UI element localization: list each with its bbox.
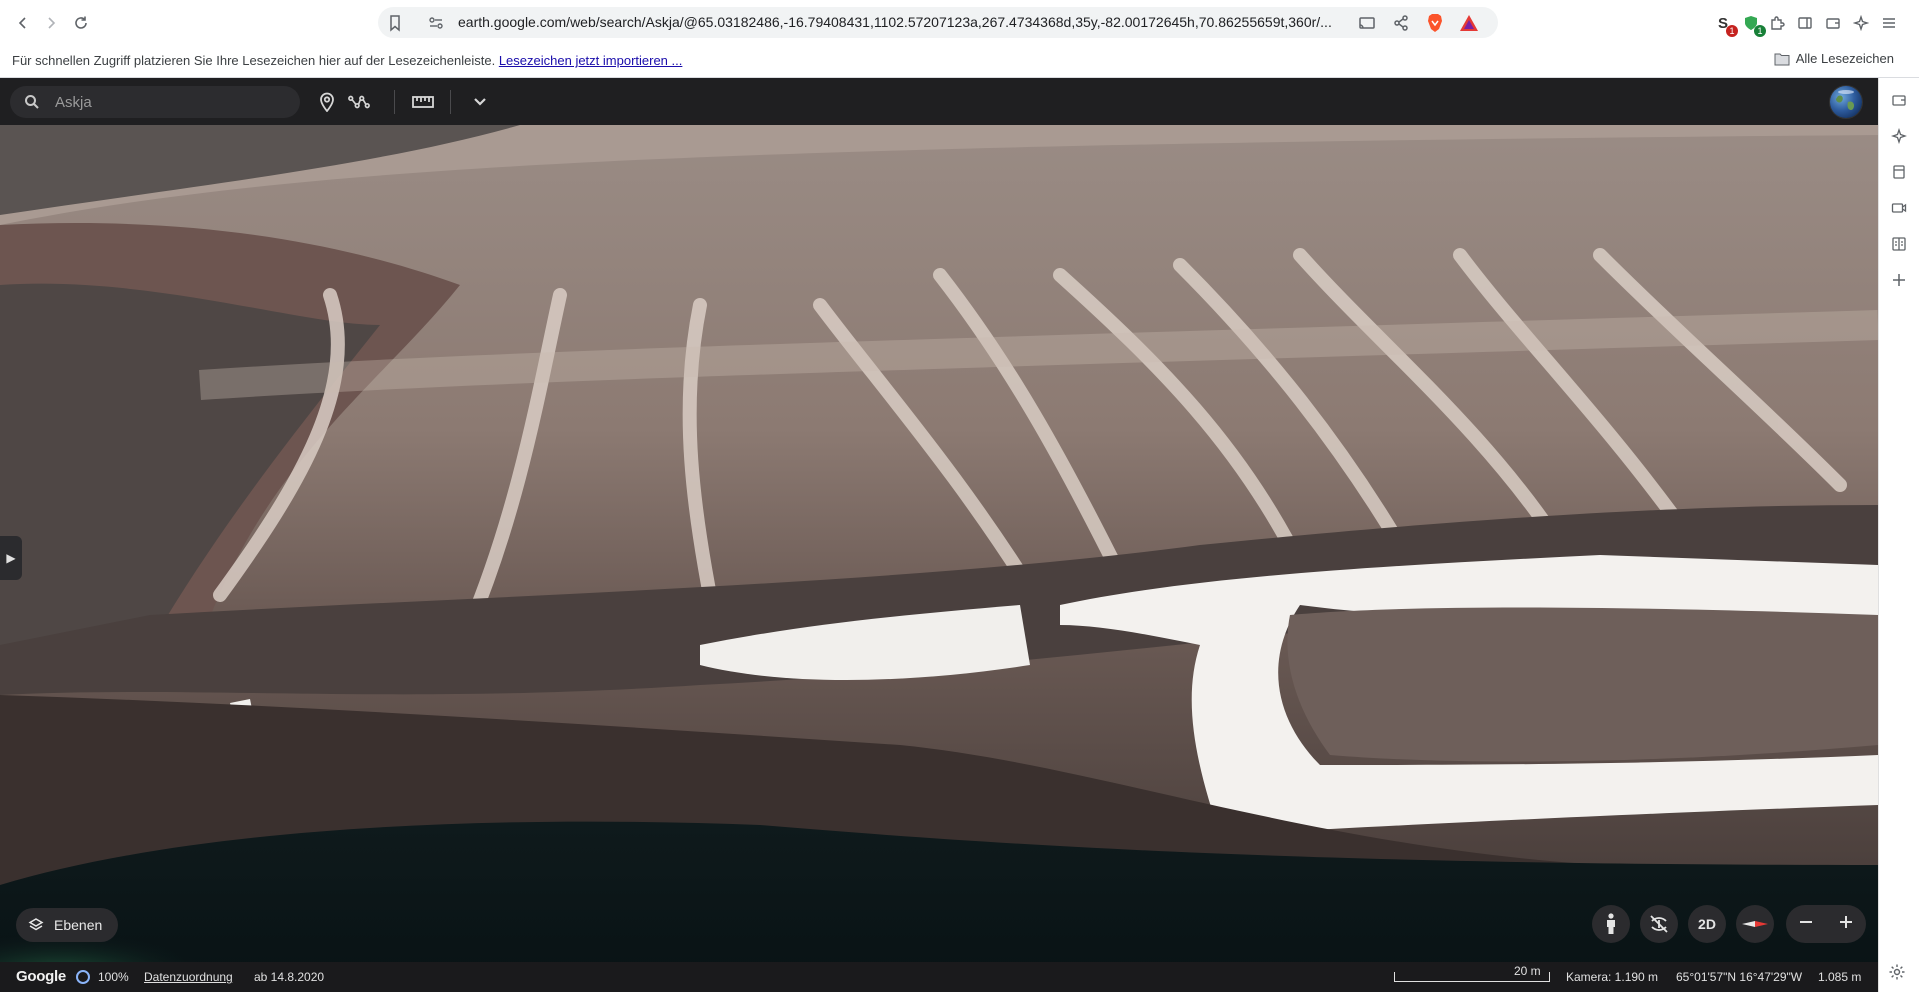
video-icon <box>1891 203 1907 213</box>
reload-icon <box>75 16 87 29</box>
rail-reading-list-button[interactable] <box>1889 234 1909 254</box>
loading-ring-icon <box>76 970 90 984</box>
sidebar-toggle-button[interactable] <box>1794 12 1816 34</box>
reading-list-icon <box>1892 237 1906 251</box>
earth-toolbar <box>0 78 1878 125</box>
loading-percent: 100% <box>98 970 129 984</box>
plus-icon <box>1840 915 1852 928</box>
minus-icon <box>1800 920 1812 923</box>
bookmark-icon <box>1893 165 1905 179</box>
rail-playlist-button[interactable] <box>1889 198 1909 218</box>
compass-button[interactable] <box>1736 905 1774 943</box>
folder-icon <box>1774 53 1790 65</box>
site-settings-icon[interactable] <box>426 13 446 33</box>
import-bookmarks-link[interactable]: Lesezeichen jetzt importieren ... <box>499 53 683 68</box>
rail-wallet-button[interactable] <box>1889 90 1909 110</box>
all-bookmarks-label: Alle Lesezeichen <box>1795 51 1894 66</box>
account-globe-avatar[interactable] <box>1830 86 1862 118</box>
arrow-left-icon <box>18 17 26 29</box>
data-attribution-link[interactable]: Datenzuordnung <box>144 970 233 984</box>
toolbar-divider <box>394 90 395 114</box>
pegman-icon <box>1607 913 1615 934</box>
rail-add-button[interactable] <box>1889 270 1909 290</box>
extension-badge: 1 <box>1726 25 1738 37</box>
menu-button[interactable] <box>1878 12 1900 34</box>
wallet-icon <box>1892 95 1906 106</box>
ruler-icon <box>412 96 434 108</box>
wallet-button[interactable] <box>1822 12 1844 34</box>
compass-needle-icon <box>1742 921 1768 927</box>
forward-button[interactable] <box>36 8 66 38</box>
bookmark-icon[interactable] <box>384 12 406 34</box>
globe-icon <box>1836 90 1855 111</box>
sparkle-icon <box>1853 15 1869 31</box>
browser-toolbar: earth.google.com/web/search/Askja/@65.03… <box>0 0 1919 45</box>
tilt-off-icon <box>1650 915 1668 933</box>
bookmarks-bar: Für schnellen Zugriff platzieren Sie Ihr… <box>0 45 1919 78</box>
share-button[interactable] <box>1390 12 1412 34</box>
sidebar-icon <box>1798 17 1812 29</box>
sparkle-icon <box>1891 128 1907 144</box>
share-icon <box>1394 15 1408 31</box>
cast-button[interactable] <box>1356 12 1378 34</box>
terrain-elevation: 1.085 m <box>1818 970 1862 984</box>
chevron-down-icon <box>474 98 486 106</box>
rewards-triangle-icon <box>1460 15 1478 31</box>
toggle-2d-button[interactable]: 2D <box>1688 905 1726 943</box>
side-panel-expand-button[interactable]: ▶ <box>0 536 22 580</box>
bookmarks-hint-text: Für schnellen Zugriff platzieren Sie Ihr… <box>12 53 496 68</box>
placemark-icon <box>320 92 334 112</box>
back-button[interactable] <box>8 8 38 38</box>
path-icon <box>348 95 370 109</box>
zoom-controls <box>1786 905 1866 943</box>
reset-tilt-button[interactable] <box>1640 905 1678 943</box>
cursor-coordinates: 65°01'57"N 16°47'29"W <box>1676 970 1803 984</box>
status-bar: Google 100% Datenzuordnung ab 14.8.2020 … <box>0 962 1878 992</box>
imagery-date: ab 14.8.2020 <box>254 970 325 984</box>
extension-s-button[interactable]: S 1 <box>1712 12 1738 37</box>
layers-icon <box>28 918 44 931</box>
brave-shields-button[interactable] <box>1424 12 1446 34</box>
zoom-out-button[interactable] <box>1798 914 1814 935</box>
toolbar-divider <box>450 90 451 114</box>
terrain-3d-view[interactable] <box>0 125 1878 992</box>
extensions-button[interactable] <box>1766 12 1788 34</box>
google-earth-app: ▶ Ebenen 2D Google 100% Datenzuordnung a… <box>0 78 1878 992</box>
view-mode-label: 2D <box>1698 916 1716 932</box>
url-text[interactable]: earth.google.com/web/search/Askja/@65.03… <box>458 14 1348 30</box>
search-box[interactable] <box>10 86 300 118</box>
hamburger-icon <box>1883 18 1895 28</box>
puzzle-icon <box>1771 16 1785 30</box>
zoom-in-button[interactable] <box>1838 914 1854 935</box>
google-logo: Google <box>16 968 66 985</box>
brave-lion-icon <box>1428 14 1442 32</box>
search-icon <box>25 95 39 109</box>
more-tools-button[interactable] <box>469 91 491 113</box>
leo-ai-button[interactable] <box>1850 12 1872 34</box>
cast-icon <box>1359 17 1375 29</box>
layers-label: Ebenen <box>54 917 103 933</box>
plus-icon <box>1893 274 1905 286</box>
scale-label: 20 m <box>1514 964 1541 978</box>
add-placemark-button[interactable] <box>316 91 338 113</box>
extension-badge: 1 <box>1754 25 1766 37</box>
bookmarks-hint: Für schnellen Zugriff platzieren Sie Ihr… <box>12 53 682 68</box>
rail-leo-button[interactable] <box>1889 126 1909 146</box>
wallet-icon <box>1826 18 1840 29</box>
reload-button[interactable] <box>66 8 96 38</box>
chevron-right-icon: ▶ <box>6 551 16 565</box>
search-input[interactable] <box>55 90 285 114</box>
gear-icon[interactable] <box>1888 963 1906 981</box>
draw-path-button[interactable] <box>348 91 370 113</box>
browser-side-rail <box>1878 78 1919 992</box>
layers-button[interactable]: Ebenen <box>16 908 119 942</box>
rail-bookmarks-button[interactable] <box>1889 162 1909 182</box>
extension-shield-button[interactable]: 1 <box>1740 12 1766 37</box>
all-bookmarks-button[interactable]: Alle Lesezeichen <box>1774 51 1894 66</box>
brave-rewards-button[interactable] <box>1458 12 1480 34</box>
camera-altitude: Kamera: 1.190 m <box>1566 970 1659 984</box>
pegman-button[interactable] <box>1592 905 1630 943</box>
arrow-right-icon <box>48 17 56 29</box>
measure-button[interactable] <box>412 91 434 113</box>
